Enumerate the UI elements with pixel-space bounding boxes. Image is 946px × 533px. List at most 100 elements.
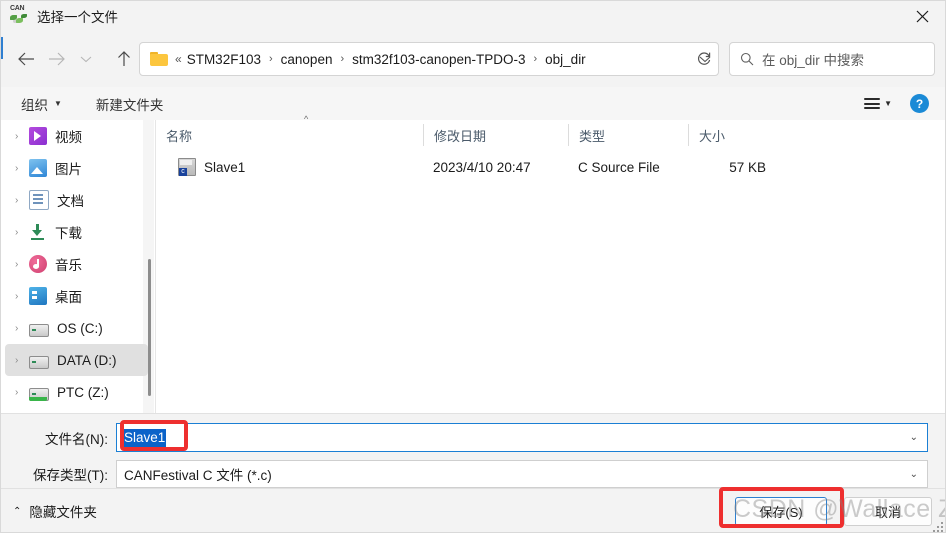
- recent-locations-chevron-icon[interactable]: [71, 44, 101, 74]
- window-edge-accent: [1, 37, 3, 59]
- cancel-button[interactable]: 取消: [844, 497, 932, 526]
- sidebar-item-desktop[interactable]: › 桌面: [5, 280, 148, 312]
- chevron-up-icon: ⌃: [13, 505, 22, 517]
- expand-chevron-icon[interactable]: ›: [15, 355, 29, 366]
- sidebar-item-videos[interactable]: › 视频: [5, 120, 148, 152]
- breadcrumb-separator-icon: ›: [533, 53, 538, 65]
- list-view-icon[interactable]: [864, 98, 881, 109]
- breadcrumb-separator-icon: ›: [268, 53, 273, 65]
- expand-chevron-icon[interactable]: ›: [15, 195, 29, 206]
- table-row[interactable]: Slave1 2023/4/10 20:47 C Source File 57 …: [156, 154, 945, 180]
- column-header-type-label: 类型: [579, 128, 606, 144]
- title-bar: CAN 选择一个文件: [1, 1, 945, 31]
- expand-chevron-icon[interactable]: ›: [15, 131, 29, 142]
- breadcrumb-segment-3[interactable]: obj_dir: [543, 50, 588, 69]
- documents-icon: [29, 190, 49, 210]
- window-title: 选择一个文件: [37, 10, 118, 25]
- organize-button[interactable]: 组织 ▼: [15, 91, 68, 117]
- sidebar-item-ptc-z[interactable]: › PTC (Z:): [5, 376, 148, 408]
- back-arrow-icon[interactable]: [11, 44, 41, 74]
- sidebar-item-pictures[interactable]: › 图片: [5, 152, 148, 184]
- file-form: 文件名(N): Slave1 ⌄ 保存类型(T): CANFestival C …: [1, 413, 945, 489]
- filename-value: Slave1: [123, 428, 167, 447]
- chevron-down-icon[interactable]: ⌄: [910, 432, 918, 443]
- filetype-select[interactable]: CANFestival C 文件 (*.c) ⌄: [116, 460, 928, 488]
- sort-ascending-icon: ^: [304, 114, 309, 124]
- search-icon: [740, 52, 754, 66]
- up-arrow-icon[interactable]: [109, 44, 139, 74]
- sidebar-item-label: 视频: [55, 130, 82, 145]
- file-name-label: Slave1: [204, 159, 246, 175]
- filetype-label: 保存类型(T):: [33, 468, 108, 483]
- hide-folders-toggle[interactable]: ⌃ 隐藏文件夹: [13, 501, 97, 521]
- expand-chevron-icon[interactable]: ›: [15, 259, 29, 270]
- sidebar-item-label: 文档: [57, 194, 84, 209]
- expand-chevron-icon[interactable]: ›: [15, 323, 29, 334]
- sidebar-item-label: 下载: [55, 226, 82, 241]
- filetype-value: CANFestival C 文件 (*.c): [124, 468, 272, 483]
- column-header-size[interactable]: 大小: [688, 124, 778, 146]
- chevron-down-icon[interactable]: ⌄: [910, 469, 918, 480]
- network-drive-icon: [29, 387, 49, 401]
- breadcrumb-segment-0[interactable]: STM32F103: [185, 50, 263, 69]
- help-icon[interactable]: ?: [910, 94, 929, 113]
- new-folder-button[interactable]: 新建文件夹: [90, 91, 170, 117]
- file-name-cell[interactable]: Slave1: [156, 158, 423, 176]
- column-header-type[interactable]: 类型: [568, 124, 688, 146]
- expand-chevron-icon[interactable]: ›: [15, 227, 29, 238]
- c-source-file-icon: [178, 158, 196, 176]
- column-header-size-label: 大小: [699, 128, 726, 144]
- breadcrumb-separator-icon: ›: [340, 53, 345, 65]
- file-date-cell: 2023/4/10 20:47: [433, 159, 531, 175]
- hide-folders-label: 隐藏文件夹: [29, 505, 97, 520]
- video-icon: [29, 127, 47, 145]
- breadcrumb-segment-1[interactable]: canopen: [279, 50, 335, 69]
- sidebar-item-documents[interactable]: › 文档: [5, 184, 148, 216]
- sidebar-item-music[interactable]: › 音乐: [5, 248, 148, 280]
- resize-grip[interactable]: [933, 522, 943, 532]
- organize-label: 组织: [21, 97, 48, 113]
- filetype-row: 保存类型(T): CANFestival C 文件 (*.c) ⌄: [1, 460, 928, 488]
- save-file-dialog: CAN 选择一个文件 « STM32F103 › canopen › stm32…: [0, 0, 946, 533]
- filename-row: 文件名(N): Slave1 ⌄: [1, 423, 928, 452]
- file-list-header: 名称 ^ 修改日期 类型 大小: [156, 114, 945, 150]
- close-icon[interactable]: [899, 1, 945, 31]
- expand-chevron-icon[interactable]: ›: [15, 387, 29, 398]
- save-button[interactable]: 保存(S): [735, 497, 827, 526]
- sidebar-item-label: 桌面: [55, 290, 82, 305]
- drive-icon: [29, 355, 49, 369]
- sidebar-scrollbar-thumb[interactable]: [148, 259, 151, 396]
- expand-chevron-icon[interactable]: ›: [15, 291, 29, 302]
- filename-label: 文件名(N):: [45, 431, 108, 447]
- search-box[interactable]: 在 obj_dir 中搜索: [729, 42, 935, 76]
- search-input[interactable]: 在 obj_dir 中搜索: [762, 49, 864, 69]
- breadcrumb[interactable]: « STM32F103 › canopen › stm32f103-canope…: [139, 42, 719, 76]
- file-size-cell: 57 KB: [729, 159, 766, 175]
- refresh-icon[interactable]: [687, 42, 721, 76]
- desktop-icon: [29, 287, 47, 305]
- sidebar-item-label: 音乐: [55, 258, 82, 273]
- downloads-icon: [29, 223, 47, 241]
- new-folder-label: 新建文件夹: [95, 97, 164, 113]
- folder-icon: [150, 52, 168, 66]
- expand-chevron-icon[interactable]: ›: [15, 163, 29, 174]
- dialog-footer: ⌃ 隐藏文件夹 保存(S) 取消: [1, 488, 945, 532]
- sidebar-item-label: DATA (D:): [57, 352, 117, 368]
- forward-arrow-icon[interactable]: [41, 44, 71, 74]
- filename-input[interactable]: Slave1 ⌄: [116, 423, 928, 452]
- sidebar-item-label: PTC (Z:): [57, 384, 109, 400]
- command-bar: 组织 ▼ 新建文件夹 ▼ ?: [1, 87, 945, 121]
- breadcrumb-segment-2[interactable]: stm32f103-canopen-TPDO-3: [350, 50, 527, 69]
- chevron-down-icon: ▼: [54, 99, 62, 108]
- sidebar-item-downloads[interactable]: › 下载: [5, 216, 148, 248]
- sidebar-item-os-c[interactable]: › OS (C:): [5, 312, 148, 344]
- pictures-icon: [29, 159, 47, 177]
- column-header-date-label: 修改日期: [434, 128, 487, 144]
- sidebar-item-label: OS (C:): [57, 320, 103, 336]
- column-header-name[interactable]: 名称 ^: [156, 114, 423, 146]
- column-header-date[interactable]: 修改日期: [423, 124, 568, 146]
- sidebar-item-data-d[interactable]: › DATA (D:): [5, 344, 148, 376]
- breadcrumb-overflow[interactable]: «: [175, 52, 182, 66]
- drive-icon: [29, 323, 49, 337]
- view-chevron-down-icon[interactable]: ▼: [884, 99, 892, 108]
